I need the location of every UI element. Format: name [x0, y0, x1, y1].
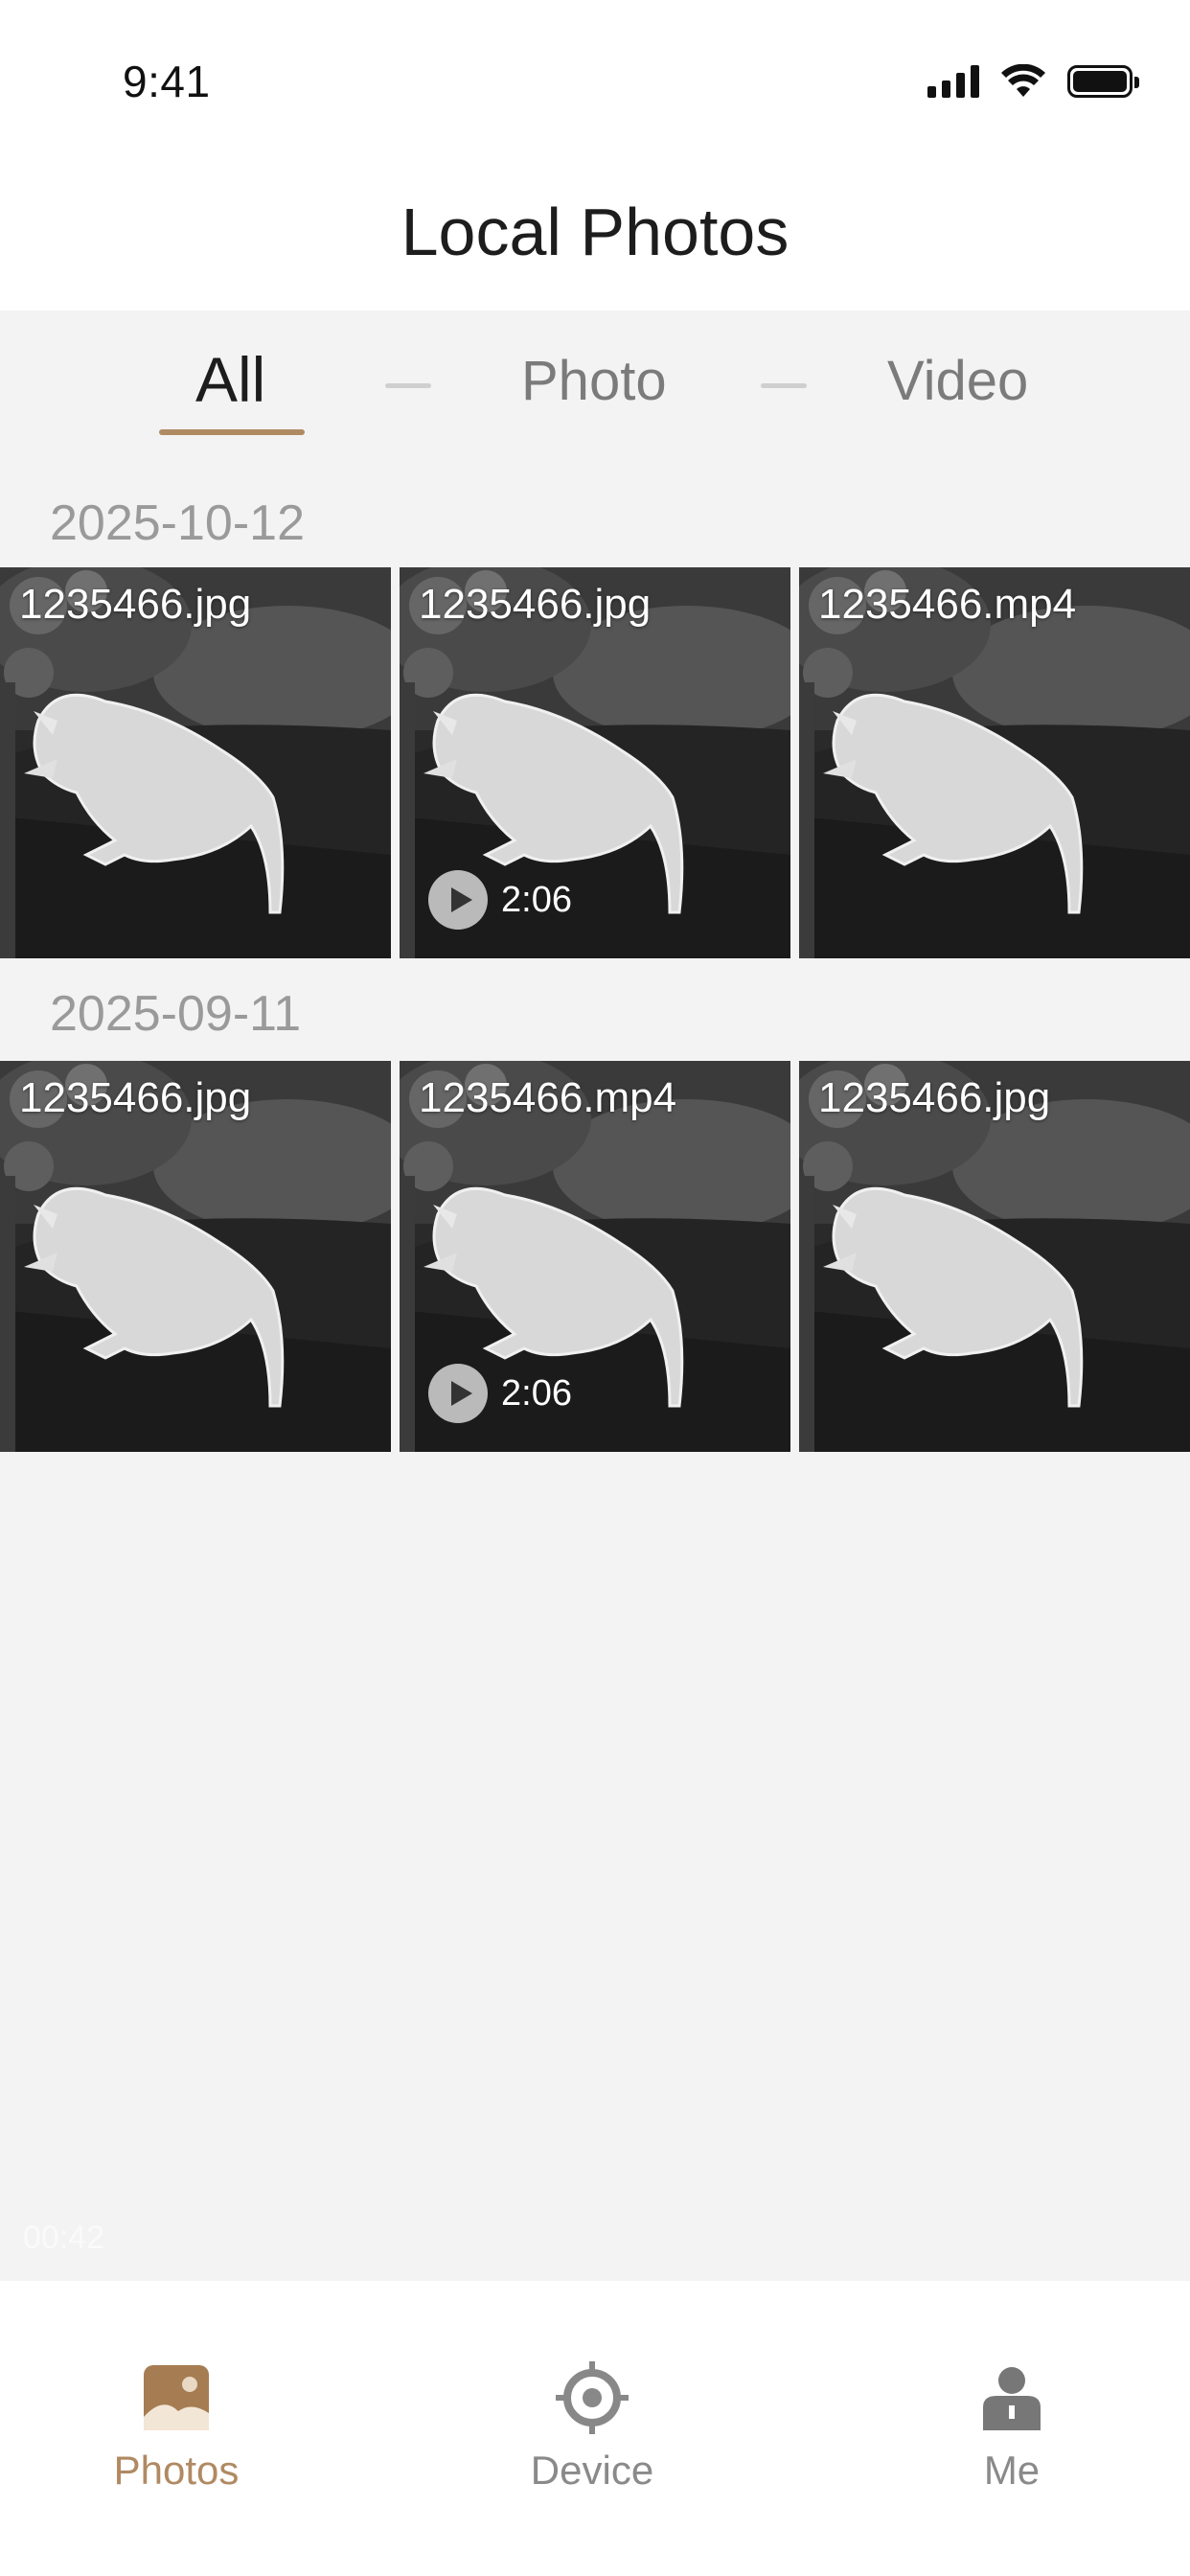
video-duration-row: 2:06: [428, 1364, 572, 1423]
filter-tabs: All Photo Video: [0, 310, 1190, 450]
nav-label: Device: [530, 2448, 654, 2493]
nav-device[interactable]: Device: [477, 2361, 707, 2494]
media-tile[interactable]: 1235466.jpg: [0, 567, 391, 958]
tab-all[interactable]: All: [195, 343, 265, 416]
status-time: 9:41: [123, 57, 211, 106]
media-tile[interactable]: 1235466.mp4 2:06: [400, 1061, 790, 1452]
faint-timestamp: 00:42: [23, 2220, 105, 2256]
file-name: 1235466.mp4: [818, 581, 1077, 628]
tab-photo[interactable]: Photo: [521, 349, 667, 413]
video-duration-row: 2:06: [428, 870, 572, 930]
file-name: 1235466.mp4: [419, 1074, 677, 1121]
nav-photos[interactable]: Photos: [61, 2361, 291, 2494]
status-icons: [927, 61, 1139, 102]
photos-icon: [144, 2365, 209, 2430]
tab-video[interactable]: Video: [887, 349, 1028, 413]
media-tile[interactable]: 1235466.jpg 2:06: [400, 567, 790, 958]
tab-active-indicator: [159, 429, 305, 435]
bottom-nav: Photos Device Me: [0, 2281, 1190, 2576]
file-name: 1235466.jpg: [19, 581, 252, 628]
nav-label: Me: [983, 2448, 1041, 2493]
page-header: Local Photos: [0, 163, 1190, 310]
crosshair-icon: [556, 2361, 629, 2434]
media-tile[interactable]: 1235466.jpg: [799, 1061, 1190, 1452]
tab-separator: [385, 383, 431, 388]
page-title: Local Photos: [400, 195, 790, 269]
video-duration: 2:06: [501, 879, 572, 920]
signal-icon: [927, 65, 979, 98]
nav-me[interactable]: Me: [897, 2361, 1127, 2494]
group-date: 2025-10-12: [50, 495, 305, 551]
group-date: 2025-09-11: [50, 986, 302, 1042]
media-tile[interactable]: 1235466.jpg: [0, 1061, 391, 1452]
wifi-icon: [1001, 64, 1045, 97]
play-icon[interactable]: [428, 870, 488, 930]
battery-icon: [1067, 65, 1139, 98]
file-name: 1235466.jpg: [818, 1074, 1051, 1121]
nav-label: Photos: [113, 2448, 240, 2493]
media-tile[interactable]: 1235466.mp4: [799, 567, 1190, 958]
status-bar: 9:41: [0, 0, 1190, 163]
file-name: 1235466.jpg: [419, 581, 652, 628]
person-icon: [983, 2367, 1041, 2430]
video-duration: 2:06: [501, 1372, 572, 1414]
file-name: 1235466.jpg: [19, 1074, 252, 1121]
play-icon[interactable]: [428, 1364, 488, 1423]
tab-separator: [761, 383, 807, 388]
